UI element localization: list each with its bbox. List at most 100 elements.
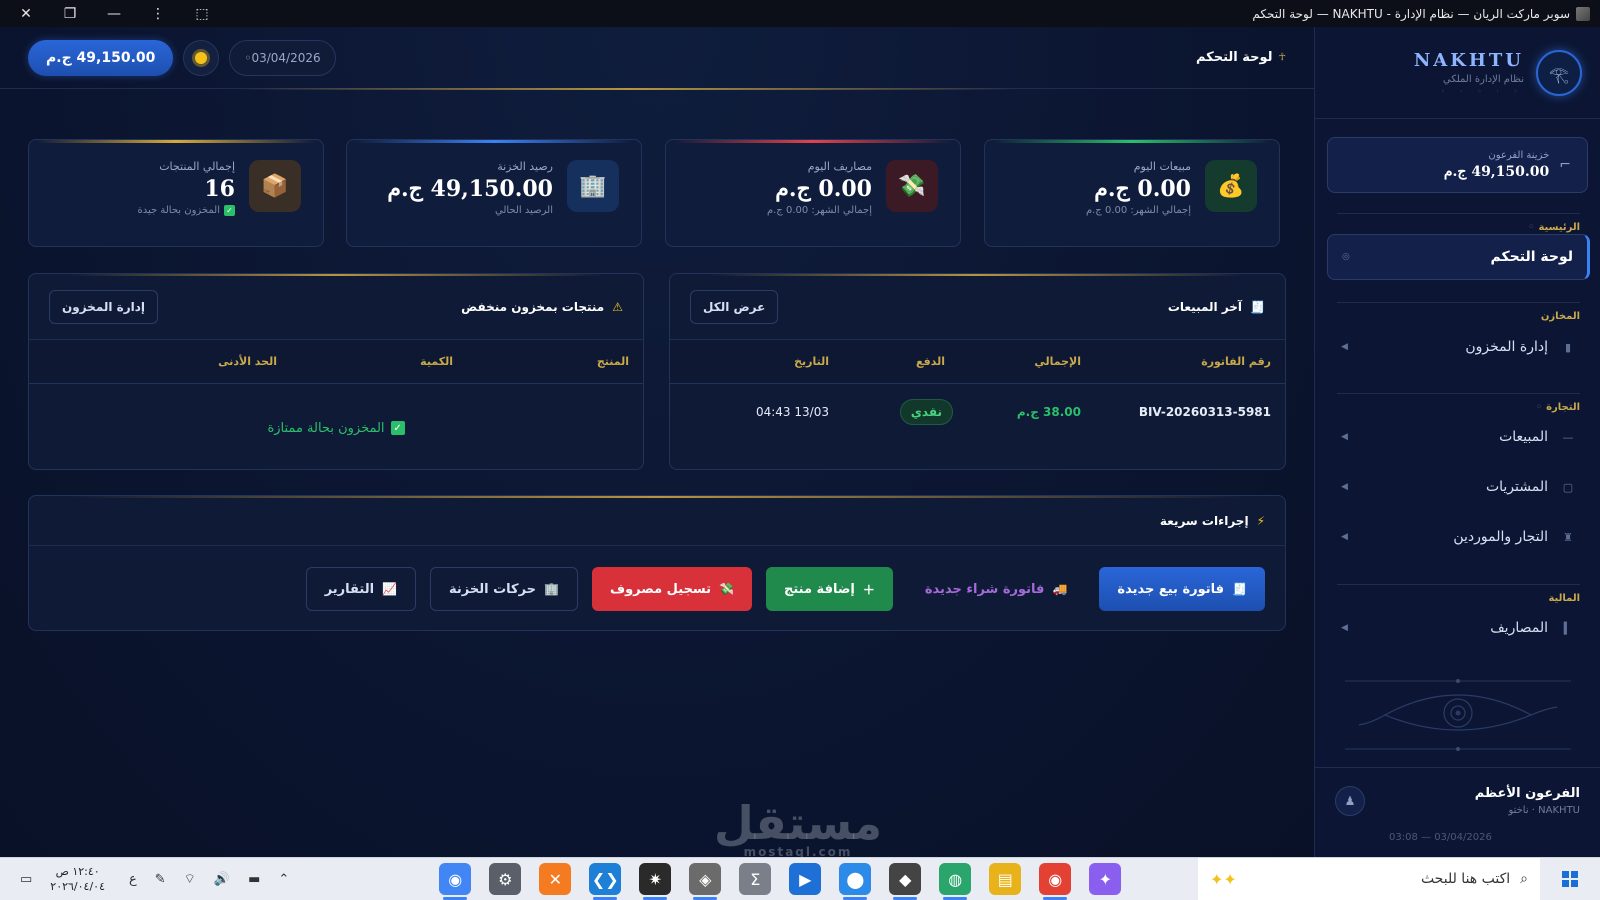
add-product-button[interactable]: ＋ إضافة منتج	[766, 567, 893, 611]
invoice-date: 13/03 04:43	[755, 405, 829, 419]
watermark-text: مستقل	[713, 796, 883, 850]
session-stamp: 03/04/2026 — 03:08	[1389, 832, 1492, 843]
stat-sub-text: المخزون بحالة جيدة	[137, 205, 221, 216]
column-header: الكمية	[420, 355, 453, 368]
pen-icon[interactable]: ✎	[155, 872, 166, 887]
volume-icon[interactable]: 🔊	[214, 872, 230, 887]
low-stock-panel: ⚠ منتجات بمخزون منخفض إدارة المخزون المنت…	[28, 273, 644, 470]
stat-label: مبيعات اليوم	[1133, 160, 1191, 173]
reports-button[interactable]: 📈 التقارير	[305, 567, 416, 611]
app-icon[interactable]: ◍	[939, 863, 972, 900]
user-block: الفرعون الأعظم NAKHTU · ناختو ♟ 03/04/20…	[1315, 767, 1600, 857]
sun-icon	[195, 51, 208, 64]
new-purchase-invoice-button[interactable]: 🚚 فاتورة شراء جديدة	[907, 567, 1086, 611]
close-icon[interactable]: ✕	[14, 2, 38, 26]
media-player-icon[interactable]: ▶	[789, 863, 822, 895]
stat-sub: الرصيد الحالي	[495, 205, 553, 216]
battery-icon[interactable]: ▬	[248, 872, 260, 887]
extension-icon[interactable]: ⬚	[190, 2, 214, 26]
treasury-label: خزينة الفرعون	[1488, 150, 1550, 161]
stat-sub: إجمالي الشهر: 0.00 ج.م	[1085, 205, 1191, 216]
chrome-icon[interactable]: ◉	[1039, 863, 1072, 900]
package-icon: 📦	[249, 160, 301, 212]
windows-start-button[interactable]	[1540, 858, 1600, 900]
record-expense-button[interactable]: 💸 تسجيل مصروف	[592, 567, 752, 611]
sidebar-item-dashboard[interactable]: لوحة التحكم ◎	[1327, 234, 1590, 280]
money-wings-icon: 💸	[886, 160, 938, 212]
sidebar-item-suppliers[interactable]: ♜ التجار والموردين ◀	[1327, 514, 1590, 560]
sidebar-item-label: إدارة المخزون	[1465, 339, 1548, 355]
section-label: المخازن	[1540, 311, 1580, 322]
settings-icon[interactable]: ⚙	[489, 863, 522, 895]
user-role: NAKHTU · ناختو	[1508, 805, 1580, 816]
restore-icon[interactable]: ❐	[58, 2, 82, 26]
chevron-icon: ◀	[1341, 342, 1348, 352]
stat-value: 49,150.00 ج.م	[387, 176, 553, 202]
app-icon[interactable]: ◈	[689, 863, 722, 900]
sidebar-item-inventory[interactable]: ▮ إدارة المخزون ◀	[1327, 324, 1590, 370]
quick-actions-panel: ⚡ إجراءات سريعة 🧾 فاتورة بيع جديدة 🚚 فاتورة…	[28, 495, 1286, 631]
window-title-text: سوبر ماركت الريان — نظام الإدارة - NAKHT…	[1252, 6, 1570, 21]
sidebar-item-sales[interactable]: — المبيعات ◀	[1327, 414, 1590, 460]
terminal-icon[interactable]: Σ	[739, 863, 772, 895]
panel-title-text: آخر المبيعات	[1167, 299, 1243, 314]
recent-sales-panel: 🧾 آخر المبيعات عرض الكل رقم الفاتورة الإج…	[669, 273, 1286, 470]
stat-value: 16	[204, 176, 235, 202]
ankh-icon: ☥	[1278, 52, 1286, 63]
money-wings-icon: 💸	[719, 582, 734, 596]
warning-icon: ⚠	[612, 299, 623, 314]
vscode-icon[interactable]: ❮❯	[589, 863, 622, 900]
chart-icon: 📈	[382, 582, 397, 596]
chevron-up-icon[interactable]: ⌃	[278, 872, 289, 887]
search-placeholder: اكتب هنا للبحث	[1420, 871, 1511, 887]
view-all-button[interactable]: عرض الكل	[690, 289, 779, 324]
file-explorer-icon[interactable]: ▤	[989, 863, 1022, 895]
column-header: المنتج	[596, 355, 629, 368]
app-icon[interactable]: ◆	[889, 863, 922, 900]
nav-section-trade: التجارة ◦	[1337, 393, 1580, 413]
button-label: التقارير	[324, 581, 375, 597]
wifi-icon[interactable]: ⌔	[184, 871, 196, 887]
balance-pill[interactable]: 49,150.00 ج.م	[28, 39, 174, 76]
manage-inventory-button[interactable]: إدارة المخزون	[49, 289, 159, 324]
sidebar: 𓂀 NAKHTU نظام الإدارة الملكي ◦ · ◦ · ◦ ⌐…	[1314, 27, 1600, 857]
money-bag-icon: 💰	[1205, 160, 1257, 212]
treasury-movements-button[interactable]: 🏢 حركات الخزنة	[430, 567, 578, 611]
panel-title: ⚠ منتجات بمخزون منخفض	[461, 300, 623, 314]
copilot-icon[interactable]: ✦	[1089, 863, 1122, 895]
taskbar-search[interactable]: ⌕ اكتب هنا للبحث ✦✦	[1198, 857, 1540, 900]
wallet-icon: ▍	[1563, 621, 1573, 635]
panel-title: 🧾 آخر المبيعات	[1168, 300, 1265, 314]
table-row[interactable]: BIV-20260313-5981 38.00 ج.م نقدي 13/03 0…	[670, 384, 1285, 440]
sidebar-item-purchases[interactable]: ▢ المشتريات ◀	[1327, 464, 1590, 510]
new-sale-invoice-button[interactable]: 🧾 فاتورة بيع جديدة	[1099, 567, 1265, 611]
xampp-icon[interactable]: ✕	[539, 863, 572, 895]
chevron-icon: ◀	[1341, 432, 1348, 442]
table-header: المنتج الكمية الحد الأدنى	[29, 340, 643, 384]
treasury-card[interactable]: ⌐ خزينة الفرعون 49,150.00 ج.م	[1327, 137, 1588, 193]
topbar: 49,150.00 ج.م ◦ 03/04/2026 ☥ لوحة التحكم	[0, 27, 1314, 89]
page-title-text: لوحة التحكم	[1195, 50, 1273, 65]
stat-label: إجمالي المنتجات	[159, 160, 235, 173]
key-icon: ⌐	[1559, 157, 1571, 173]
avatar[interactable]: ♟	[1335, 786, 1365, 816]
more-icon[interactable]: ⋮	[146, 2, 170, 26]
sidebar-item-expenses[interactable]: ▍ المصاريف ◀	[1327, 605, 1590, 651]
minimize-icon[interactable]: —	[102, 2, 126, 26]
clock[interactable]: ١٢:٤٠ ص ٢٠٢٦/٠٤/٠٤	[50, 864, 105, 894]
stat-sub: ✓ المخزون بحالة جيدة	[137, 205, 235, 216]
browser-icon[interactable]: ⬤	[839, 863, 872, 900]
building-icon: 🏢	[567, 160, 619, 212]
stat-card-total-products: 📦 إجمالي المنتجات 16 ✓ المخزون بحالة جيدة	[28, 139, 324, 247]
button-label: فاتورة شراء جديدة	[924, 581, 1045, 597]
brand-header: 𓂀 NAKHTU نظام الإدارة الملكي ◦ · ◦ · ◦	[1315, 27, 1600, 119]
language-indicator[interactable]: ع	[129, 872, 137, 887]
sidebar-item-label: المصاريف	[1490, 620, 1548, 636]
notification-icon[interactable]: ▭	[20, 872, 32, 887]
stat-card-treasury-balance: 🏢 رصيد الخزنة 49,150.00 ج.م الرصيد الحال…	[346, 139, 642, 247]
eye-of-horus-icon	[1345, 679, 1571, 751]
photos-icon[interactable]: ✷	[639, 863, 672, 900]
chrome-profile-icon[interactable]: ◉	[439, 863, 472, 900]
theme-toggle-button[interactable]	[183, 39, 220, 76]
decorative-dots: ◦ · ◦ · ◦	[1440, 86, 1524, 96]
